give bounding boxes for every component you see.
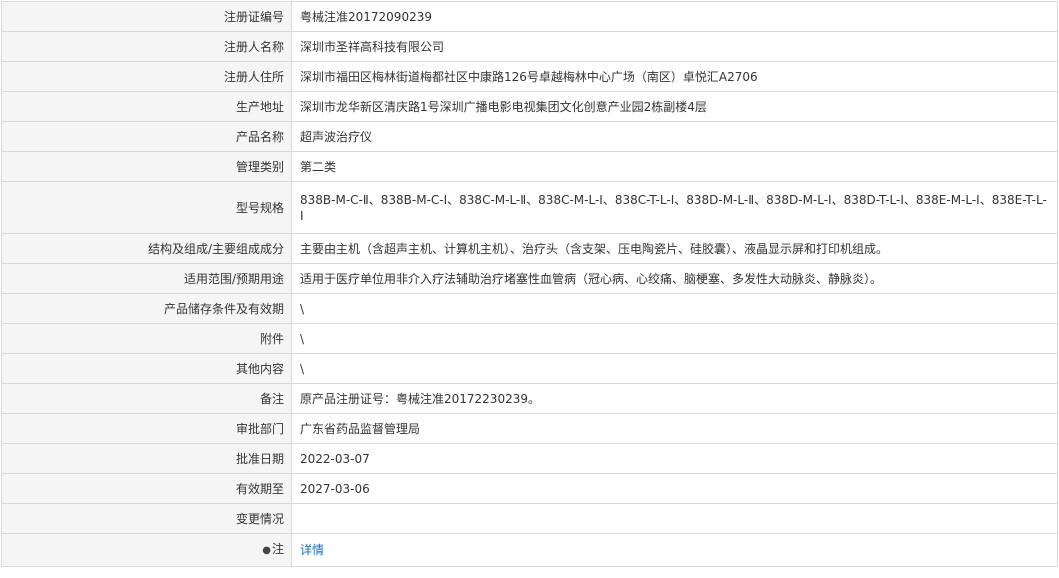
field-label: 型号规格 xyxy=(1,181,292,234)
table-row: 附件 \ xyxy=(1,323,1058,354)
table-row: 注册证编号 粤械注准20172090239 xyxy=(1,1,1058,32)
field-label: 注册证编号 xyxy=(1,1,292,32)
field-label: 其他内容 xyxy=(1,353,292,384)
table-row: 型号规格 838B-M-C-Ⅱ、838B-M-C-Ⅰ、838C-M-L-Ⅱ、83… xyxy=(1,181,1058,234)
field-label: 备注 xyxy=(1,383,292,414)
table-row: 其他内容 \ xyxy=(1,353,1058,384)
note-label: 注 xyxy=(271,542,284,556)
table-row: 有效期至 2027-03-06 xyxy=(1,473,1058,504)
field-label: 附件 xyxy=(1,323,292,354)
note-label-cell: ●注 xyxy=(1,533,292,567)
field-value: 粤械注准20172090239 xyxy=(291,1,1058,32)
field-value: 适用于医疗单位用非介入疗法辅助治疗堵塞性血管病（冠心病、心绞痛、脑梗塞、多发性大… xyxy=(291,263,1058,294)
field-value: 深圳市圣祥高科技有限公司 xyxy=(291,31,1058,62)
table-row: 生产地址 深圳市龙华新区清庆路1号深圳广播电影电视集团文化创意产业园2栋副楼4层 xyxy=(1,91,1058,122)
field-value: 第二类 xyxy=(291,151,1058,182)
field-label: 审批部门 xyxy=(1,413,292,444)
field-value: 2027-03-06 xyxy=(291,473,1058,504)
note-value-cell: 详情 xyxy=(291,533,1058,567)
table-row: 审批部门 广东省药品监督管理局 xyxy=(1,413,1058,444)
table-row: 变更情况 xyxy=(1,503,1058,534)
note-row: ●注 详情 xyxy=(1,533,1058,567)
field-value: 深圳市龙华新区清庆路1号深圳广播电影电视集团文化创意产业园2栋副楼4层 xyxy=(291,91,1058,122)
field-value: 超声波治疗仪 xyxy=(291,121,1058,152)
table-row: 管理类别 第二类 xyxy=(1,151,1058,182)
field-value: 深圳市福田区梅林街道梅都社区中康路126号卓越梅林中心广场（南区）卓悦汇A270… xyxy=(291,61,1058,92)
field-value: 主要由主机（含超声主机、计算机主机）、治疗头（含支架、压电陶瓷片、硅胶囊）、液晶… xyxy=(291,233,1058,264)
field-label: 生产地址 xyxy=(1,91,292,122)
table-row: 适用范围/预期用途 适用于医疗单位用非介入疗法辅助治疗堵塞性血管病（冠心病、心绞… xyxy=(1,263,1058,294)
field-value: \ xyxy=(291,353,1058,384)
field-value: 838B-M-C-Ⅱ、838B-M-C-Ⅰ、838C-M-L-Ⅱ、838C-M-… xyxy=(291,181,1058,234)
field-label: 产品储存条件及有效期 xyxy=(1,293,292,324)
table-row: 注册人住所 深圳市福田区梅林街道梅都社区中康路126号卓越梅林中心广场（南区）卓… xyxy=(1,61,1058,92)
bulb-icon: ● xyxy=(262,545,271,556)
field-value: \ xyxy=(291,323,1058,354)
table-row: 结构及组成/主要组成成分 主要由主机（含超声主机、计算机主机）、治疗头（含支架、… xyxy=(1,233,1058,264)
registration-info-table: 注册证编号 粤械注准20172090239 注册人名称 深圳市圣祥高科技有限公司… xyxy=(1,1,1058,567)
field-label: 变更情况 xyxy=(1,503,292,534)
field-value: 2022-03-07 xyxy=(291,443,1058,474)
field-label: 批准日期 xyxy=(1,443,292,474)
field-label: 结构及组成/主要组成成分 xyxy=(1,233,292,264)
table-row: 批准日期 2022-03-07 xyxy=(1,443,1058,474)
field-label: 注册人名称 xyxy=(1,31,292,62)
field-label: 有效期至 xyxy=(1,473,292,504)
field-value xyxy=(291,503,1058,534)
field-value: 原产品注册证号：粤械注准20172230239。 xyxy=(291,383,1058,414)
table-row: 产品名称 超声波治疗仪 xyxy=(1,121,1058,152)
details-link[interactable]: 详情 xyxy=(300,543,324,557)
field-label: 产品名称 xyxy=(1,121,292,152)
table-row: 注册人名称 深圳市圣祥高科技有限公司 xyxy=(1,31,1058,62)
table-row: 备注 原产品注册证号：粤械注准20172230239。 xyxy=(1,383,1058,414)
table-row: 产品储存条件及有效期 \ xyxy=(1,293,1058,324)
field-label: 注册人住所 xyxy=(1,61,292,92)
field-label: 管理类别 xyxy=(1,151,292,182)
field-value: 广东省药品监督管理局 xyxy=(291,413,1058,444)
field-label: 适用范围/预期用途 xyxy=(1,263,292,294)
field-value: \ xyxy=(291,293,1058,324)
